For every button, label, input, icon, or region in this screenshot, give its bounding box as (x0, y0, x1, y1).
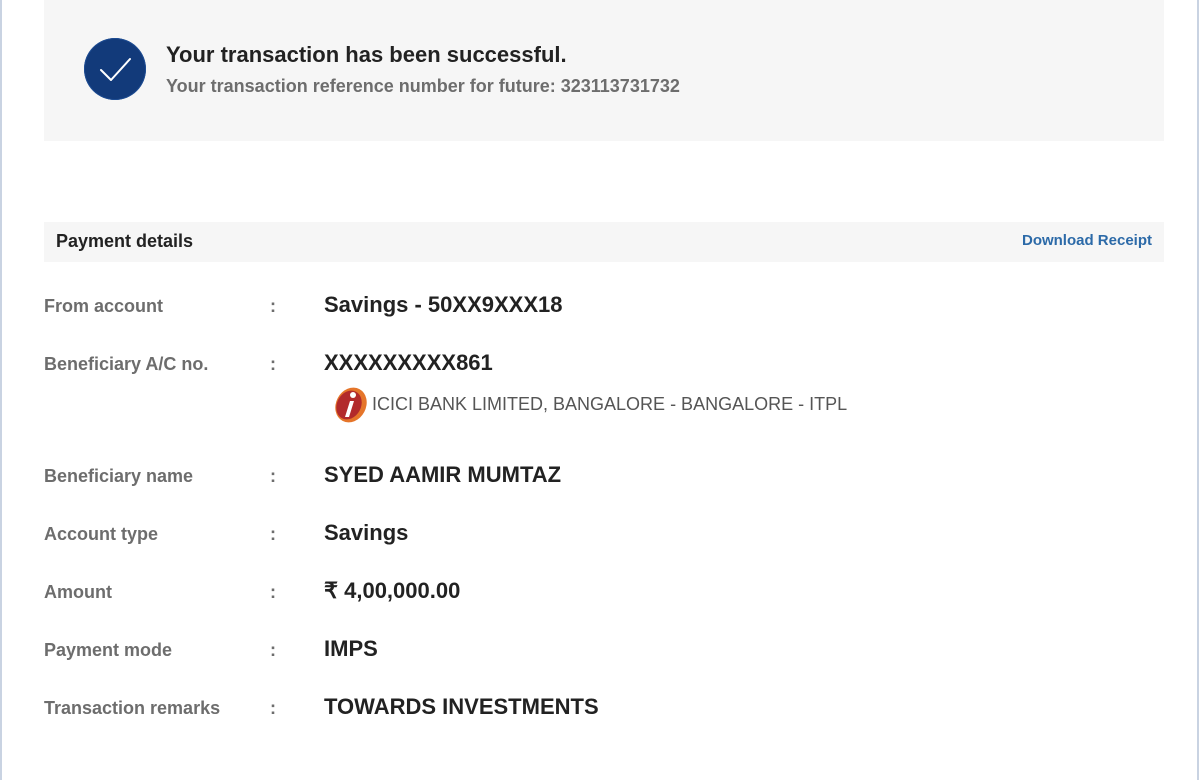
detail-label: Amount (44, 582, 112, 602)
detail-colon: : (270, 640, 276, 660)
detail-label: Beneficiary name (44, 466, 194, 486)
detail-label: Payment mode (44, 640, 173, 660)
detail-value: ₹ 4,00,000.00 (324, 578, 461, 603)
page-frame: Your transaction has been successful. Yo… (0, 0, 1199, 780)
detail-label: Beneficiary A/C no. (44, 354, 209, 374)
download-receipt-link[interactable]: Download Receipt (1022, 232, 1152, 249)
payment-details-title: Payment details (56, 231, 194, 251)
detail-colon: : (270, 466, 276, 486)
detail-label: Account type (44, 524, 159, 544)
detail-value: IMPS (324, 636, 378, 661)
detail-value: TOWARDS INVESTMENTS (324, 694, 599, 719)
bank-name: ICICI BANK LIMITED, BANGALORE - BANGALOR… (372, 394, 848, 414)
success-title: Your transaction has been successful. (166, 42, 567, 67)
detail-value: XXXXXXXXX861 (324, 350, 493, 375)
checkmark-icon (84, 38, 146, 100)
payment-details-header: Payment details Download Receipt (44, 222, 1164, 262)
detail-value: Savings (324, 520, 409, 545)
detail-value: Savings - 50XX9XXX18 (324, 292, 563, 317)
detail-label: From account (44, 296, 164, 316)
detail-value: SYED AAMIR MUMTAZ (324, 462, 562, 487)
detail-colon: : (270, 354, 276, 374)
icici-bank-logo (330, 384, 370, 424)
success-banner: Your transaction has been successful. Yo… (44, 0, 1164, 141)
detail-colon: : (270, 582, 276, 602)
detail-colon: : (270, 698, 276, 718)
transaction-reference: Your transaction reference number for fu… (166, 76, 680, 96)
detail-colon: : (270, 524, 276, 544)
detail-label: Transaction remarks (44, 698, 221, 718)
detail-colon: : (270, 296, 276, 316)
